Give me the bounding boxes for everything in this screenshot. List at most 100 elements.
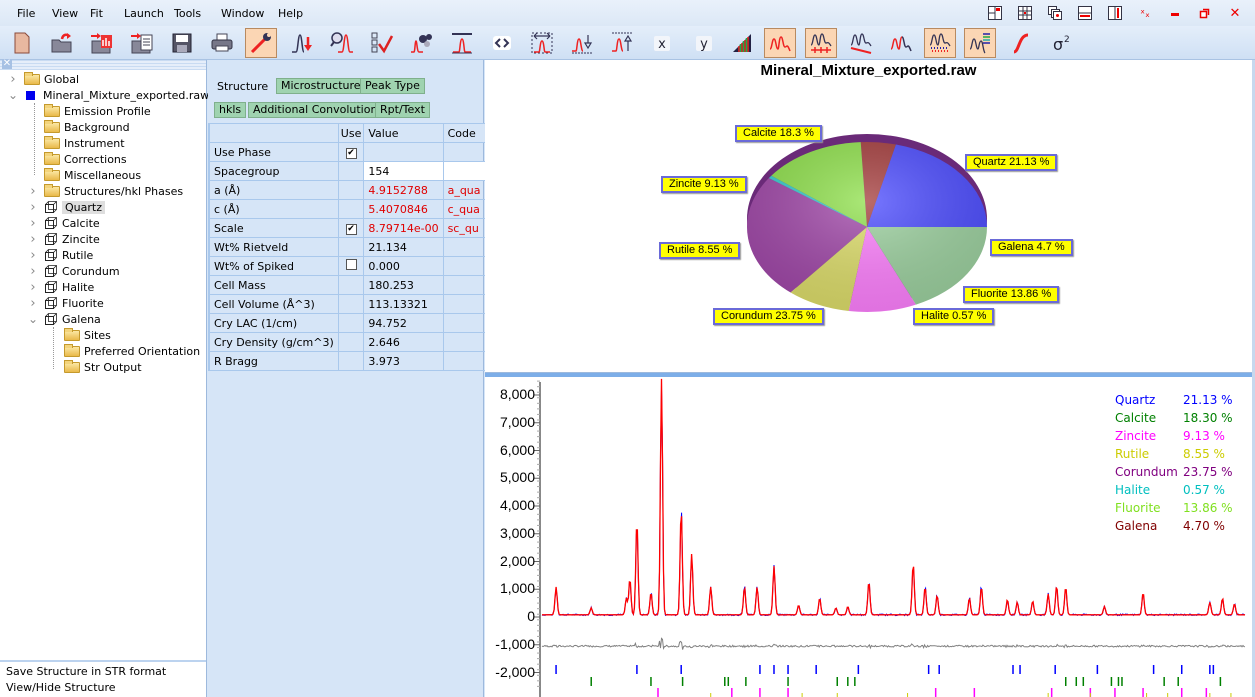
tree-item-fluorite[interactable]: › Fluorite (28, 295, 103, 311)
expand-icon[interactable]: › (28, 200, 38, 215)
tree-item-corundum[interactable]: › Corundum (28, 263, 119, 279)
tile-layout-icon[interactable] (986, 4, 1004, 22)
value-cell[interactable]: 21.134 (363, 237, 444, 257)
tree-item-rutile[interactable]: › Rutile (28, 247, 93, 263)
collapse-icon[interactable]: ⌄ (8, 88, 18, 102)
view-hide-structure-action[interactable]: View/Hide Structure (6, 680, 200, 696)
value-cell[interactable]: 5.4070846 (363, 199, 444, 219)
calculated-pattern-icon[interactable] (885, 28, 917, 58)
collapse-icon[interactable]: ⌄ (28, 312, 38, 326)
code-brackets-icon[interactable] (486, 28, 518, 58)
value-column-header[interactable]: Value (363, 123, 444, 143)
code-cell[interactable] (442, 256, 486, 276)
structure-peaks-icon[interactable] (406, 28, 438, 58)
sigma-squared-icon[interactable]: σ2 (1046, 28, 1078, 58)
tree-item-quartz[interactable]: › Quartz (28, 199, 105, 215)
tab-peak-type[interactable]: Peak Type (360, 78, 425, 94)
code-cell[interactable]: sc_qu (442, 218, 486, 238)
code-cell[interactable] (442, 294, 486, 314)
legend-pattern-icon[interactable] (964, 28, 996, 58)
scale-up-icon[interactable] (606, 28, 638, 58)
tree-item-sites[interactable]: Sites (48, 327, 111, 343)
tree-item-halite[interactable]: › Halite (28, 279, 94, 295)
code-cell[interactable] (442, 237, 486, 257)
tree-item-galena[interactable]: ⌄ Galena (28, 311, 101, 327)
scale-down-icon[interactable] (566, 28, 598, 58)
tree-item-miscellaneous[interactable]: Miscellaneous (28, 167, 141, 183)
hkl-ticks-icon[interactable] (924, 28, 956, 58)
grid-row[interactable]: R Bragg 3.973 (208, 351, 486, 371)
peak-download-icon[interactable] (286, 28, 318, 58)
tree-item-corrections[interactable]: Corrections (28, 151, 127, 167)
tree-item-emission-profile[interactable]: Emission Profile (28, 103, 151, 119)
use-checkbox[interactable] (345, 259, 357, 270)
difference-ticks-icon[interactable] (805, 28, 837, 58)
grid-layout-icon[interactable] (1016, 4, 1034, 22)
code-cell[interactable] (442, 332, 486, 352)
tree-item-global[interactable]: › Global (8, 71, 79, 87)
grid-row[interactable]: Wt% Rietveld 21.134 (208, 237, 486, 257)
value-cell[interactable]: 3.973 (363, 351, 444, 371)
plot-top-icon[interactable] (446, 28, 478, 58)
open-file-icon[interactable] (46, 28, 78, 58)
value-cell[interactable]: 113.13321 (363, 294, 444, 314)
menu-launch[interactable]: Launch (124, 7, 164, 20)
print-icon[interactable] (206, 28, 238, 58)
code-cell[interactable]: c_qua (442, 199, 486, 219)
checklist-icon[interactable] (366, 28, 398, 58)
expand-icon[interactable]: › (28, 184, 38, 199)
grid-row[interactable]: Scale ✔ 8.79714e-00 sc_qu (208, 218, 486, 238)
tree-item-mineral-mixture-exported-raw[interactable]: ⌄ Mineral_Mixture_exported.raw (8, 87, 209, 103)
menu-fit[interactable]: Fit (90, 7, 103, 20)
tab-rpt-text[interactable]: Rpt/Text (375, 102, 430, 118)
grid-row[interactable]: Cry LAC (1/cm) 94.752 (208, 313, 486, 333)
x-axis-icon[interactable]: x (646, 28, 678, 58)
tree-item-instrument[interactable]: Instrument (28, 135, 125, 151)
tab-microstructure[interactable]: Microstructure (276, 78, 366, 94)
menu-tools[interactable]: Tools (174, 7, 201, 20)
cascade-icon[interactable] (1046, 4, 1064, 22)
grid-row[interactable]: Wt% of Spiked 0.000 (208, 256, 486, 276)
import-text-icon[interactable] (126, 28, 158, 58)
tree-item-preferred-orientation[interactable]: Preferred Orientation (48, 343, 200, 359)
expand-icon[interactable]: › (28, 248, 38, 263)
tree-item-calcite[interactable]: › Calcite (28, 215, 99, 231)
vertical-split-icon[interactable] (1106, 4, 1124, 22)
horizontal-split-icon[interactable] (1076, 4, 1094, 22)
grid-row[interactable]: Use Phase ✔ (208, 142, 486, 162)
value-cell[interactable]: 154 (363, 161, 444, 181)
observed-pattern-icon[interactable] (764, 28, 796, 58)
zoom-width-icon[interactable] (526, 28, 558, 58)
tools-wrench-icon[interactable] (245, 28, 277, 58)
code-cell[interactable] (442, 351, 486, 371)
code-cell[interactable] (442, 161, 486, 181)
tree-item-structures-hkl-phases[interactable]: › Structures/hkl Phases (28, 183, 183, 199)
tab-hkls[interactable]: hkls (214, 102, 247, 118)
use-checkbox[interactable]: ✔ (345, 148, 357, 159)
expand-icon[interactable]: › (28, 280, 38, 295)
peak-search-icon[interactable] (326, 28, 358, 58)
y-axis-icon[interactable]: y (688, 28, 720, 58)
grid-row[interactable]: Cell Mass 180.253 (208, 275, 486, 295)
code-cell[interactable] (442, 275, 486, 295)
grid-row[interactable]: c (Å) 5.4070846 c_qua (208, 199, 486, 219)
save-structure-action[interactable]: Save Structure in STR format (6, 664, 200, 680)
import-data-icon[interactable] (86, 28, 118, 58)
tree-item-background[interactable]: Background (28, 119, 130, 135)
tab-additional-convolutions[interactable]: Additional Convolutions (248, 102, 389, 118)
menu-file[interactable]: File (17, 7, 35, 20)
save-icon[interactable] (166, 28, 198, 58)
expand-icon[interactable]: › (28, 296, 38, 311)
close-panel-icon[interactable]: ✕ (2, 59, 12, 69)
value-cell[interactable]: 0.000 (363, 256, 444, 276)
menu-help[interactable]: Help (278, 7, 303, 20)
menu-view[interactable]: View (52, 7, 78, 20)
value-cell[interactable]: 4.9152788 (363, 180, 444, 200)
background-line-icon[interactable] (845, 28, 877, 58)
expand-icon[interactable]: › (28, 232, 38, 247)
value-cell[interactable]: 180.253 (363, 275, 444, 295)
grid-row[interactable]: Spacegroup 154 (208, 161, 486, 181)
value-cell[interactable]: 8.79714e-00 (363, 218, 444, 238)
tab-structure[interactable]: Structure (217, 80, 268, 93)
code-cell[interactable] (442, 142, 486, 162)
